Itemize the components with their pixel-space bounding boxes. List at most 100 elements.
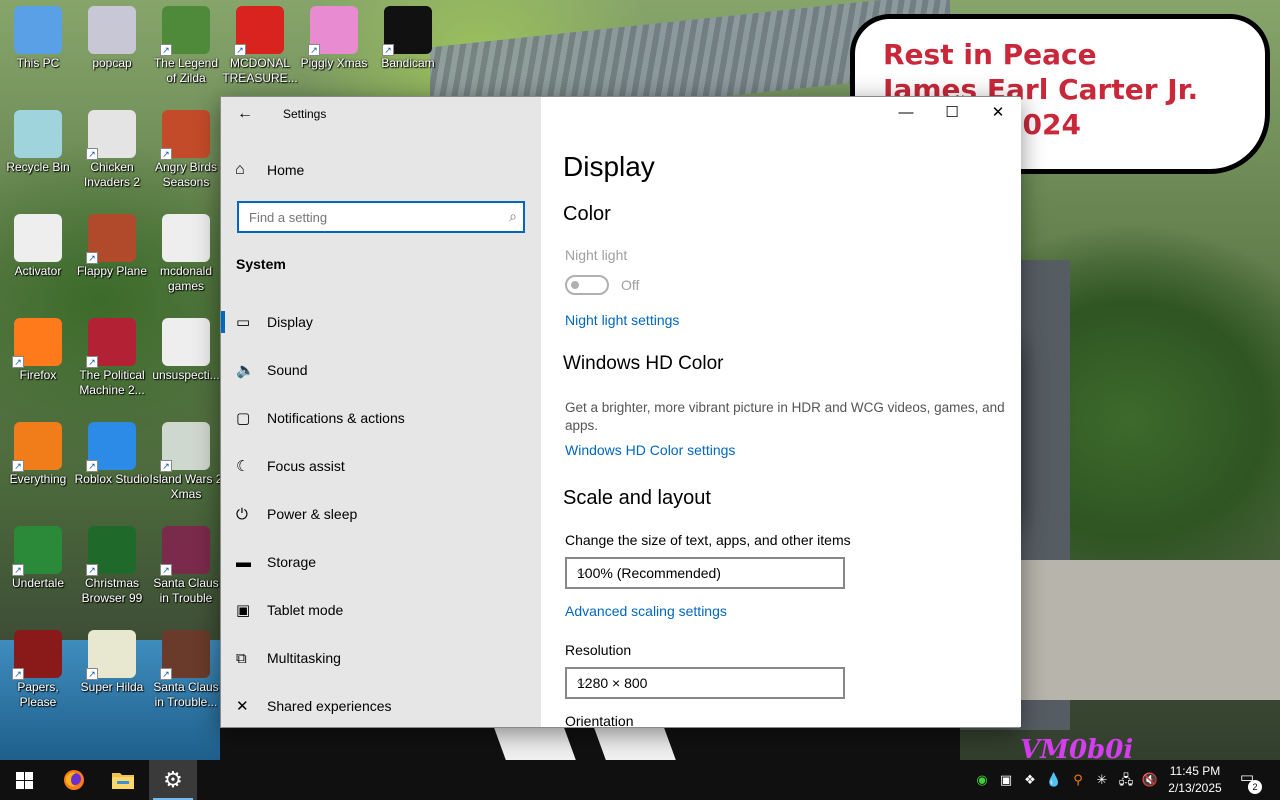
desktop-icon[interactable]: ↗ Piggly Xmas — [296, 6, 372, 71]
home-icon: ⌂ — [235, 161, 245, 178]
nav-item-storage[interactable]: ▬ Storage — [221, 539, 541, 585]
shortcut-arrow-icon: ↗ — [308, 44, 320, 56]
desktop-icon[interactable]: ↗ Roblox Studio — [74, 422, 150, 487]
desktop-icon-label: Chicken Invaders 2 — [83, 160, 141, 189]
bandicam-tray-icon[interactable]: ▣ — [996, 770, 1016, 790]
app-icon: ↗ — [12, 526, 62, 576]
network-icon[interactable]: 🖧 — [1116, 770, 1136, 790]
night-light-settings-link[interactable]: Night light settings — [565, 312, 679, 328]
app-icon — [14, 214, 62, 262]
search-input[interactable] — [239, 203, 489, 231]
nav-item-label: Multitasking — [267, 650, 341, 666]
back-button[interactable]: ← — [231, 101, 259, 127]
nav-item-shared-experiences[interactable]: ✕ Shared experiences — [221, 683, 541, 729]
desktop-icon[interactable]: This PC — [0, 6, 76, 71]
minimize-button[interactable]: — — [883, 97, 929, 129]
desktop-icon[interactable]: ↗ Bandicam — [370, 6, 446, 71]
desktop-icon-label: Santa Claus in Trouble — [153, 576, 219, 605]
desktop-icon[interactable]: ↗ Flappy Plane — [74, 214, 150, 279]
shortcut-arrow-icon: ↗ — [382, 44, 394, 56]
nav-item-tablet-mode[interactable]: ▣ Tablet mode — [221, 587, 541, 633]
desktop-icon[interactable]: mcdonald games — [148, 214, 224, 294]
nav-item-display[interactable]: ▭ Display — [221, 299, 541, 345]
network-sparkle-icon[interactable]: ✳ — [1092, 770, 1112, 790]
desktop-icon[interactable]: ↗ Santa Claus in Trouble — [148, 526, 224, 606]
desktop-icon-label: mcdonald games — [159, 264, 213, 293]
hdr-heading: Windows HD Color — [563, 353, 724, 374]
action-center-button[interactable]: ▭ 2 — [1234, 768, 1262, 794]
desktop-icon[interactable]: ↗ Firefox — [0, 318, 76, 383]
drop-icon[interactable]: 💧 — [1044, 770, 1064, 790]
shortcut-arrow-icon: ↗ — [86, 356, 98, 368]
advanced-scaling-link[interactable]: Advanced scaling settings — [565, 603, 727, 619]
maximize-button[interactable]: ☐ — [929, 97, 975, 129]
desktop-icon-label: The Legend of Zilda — [153, 56, 219, 85]
nav-item-focus-assist[interactable]: ☾ Focus assist — [221, 443, 541, 489]
app-icon: ↗ — [86, 630, 136, 680]
shortcut-arrow-icon: ↗ — [160, 668, 172, 680]
desktop-icon[interactable]: ↗ Undertale — [0, 526, 76, 591]
desktop-icon-label: Roblox Studio — [74, 472, 150, 486]
memorial-line-1: Rest in Peace — [883, 38, 1097, 71]
settings-window: ← Settings ⌂ Home ⌕ System ▭ Display 🔈 Soun… — [220, 96, 1021, 729]
desktop-icon[interactable]: ↗ Christmas Browser 99 — [74, 526, 150, 606]
taskbar-firefox[interactable] — [50, 760, 98, 800]
app-icon: ↗ — [12, 318, 62, 368]
desktop-icon-label: Super Hilda — [80, 680, 144, 694]
desktop-icon[interactable]: ↗ The Legend of Zilda — [148, 6, 224, 86]
shortcut-arrow-icon: ↗ — [12, 564, 24, 576]
volume-muted-icon[interactable]: 🔇 — [1140, 770, 1160, 790]
everything-search-icon[interactable]: ⚲ — [1068, 770, 1088, 790]
nav-item-sound[interactable]: 🔈 Sound — [221, 347, 541, 393]
nav-item-power-sleep[interactable]: ⏻ Power & sleep — [221, 491, 541, 537]
nav-home[interactable]: ⌂ Home — [235, 155, 304, 185]
nav-item-multitasking[interactable]: ⧉ Multitasking — [221, 635, 541, 681]
desktop-icon[interactable]: popcap — [74, 6, 150, 71]
desktop-icon-label: Undertale — [11, 576, 65, 590]
desktop-icon[interactable]: unsuspecti... — [148, 318, 224, 383]
desktop-icon[interactable]: ↗ MCDONAL TREASURE... — [222, 6, 298, 86]
desktop-icon[interactable]: ↗ The Political Machine 2... — [74, 318, 150, 398]
desktop-icon-label: Island Wars 2 Xmas — [149, 472, 223, 501]
close-button[interactable]: ✕ — [975, 97, 1021, 129]
resolution-dropdown[interactable]: 1280 × 800 ⌵ — [565, 667, 845, 699]
desktop-icon[interactable]: ↗ Island Wars 2 Xmas — [148, 422, 224, 502]
settings-content-pane: — ☐ ✕ Display Color Night light Off Nigh… — [541, 97, 1021, 727]
multitasking-icon: ⧉ — [236, 649, 247, 667]
app-icon — [14, 110, 62, 158]
folder-icon — [112, 773, 134, 789]
desktop-icon[interactable]: Recycle Bin — [0, 110, 76, 175]
taskbar-settings[interactable]: ⚙ — [149, 760, 197, 800]
desktop-icon-label: MCDONAL TREASURE... — [222, 56, 298, 85]
start-button[interactable] — [0, 760, 48, 800]
desktop-icon[interactable]: ↗ Super Hilda — [74, 630, 150, 695]
desktop-icon[interactable]: Activator — [0, 214, 76, 279]
firefox-icon — [64, 770, 84, 790]
desktop-icon[interactable]: ↗ Papers, Please — [0, 630, 76, 710]
scale-dropdown[interactable]: 100% (Recommended) ⌵ — [565, 557, 845, 589]
app-tray-icon[interactable]: ❖ — [1020, 770, 1040, 790]
shortcut-arrow-icon: ↗ — [160, 44, 172, 56]
desktop-icon[interactable]: ↗ Everything — [0, 422, 76, 487]
desktop-icon[interactable]: ↗ Santa Claus in Trouble... — [148, 630, 224, 710]
search-box[interactable]: ⌕ — [237, 201, 525, 233]
nav-section-label: System — [236, 256, 286, 272]
desktop-icon-label: Recycle Bin — [6, 160, 70, 174]
nav-item-notifications-actions[interactable]: ▢ Notifications & actions — [221, 395, 541, 441]
orientation-label: Orientation — [565, 713, 634, 727]
desktop-icon[interactable]: ↗ Angry Birds Seasons — [148, 110, 224, 190]
taskbar-file-explorer[interactable] — [99, 760, 147, 800]
app-icon: ↗ — [308, 6, 358, 56]
hdr-settings-link[interactable]: Windows HD Color settings — [565, 442, 735, 458]
shortcut-arrow-icon: ↗ — [86, 564, 98, 576]
clock[interactable]: 11:45 PM 2/13/2025 — [1160, 763, 1230, 797]
nav-item-label: Notifications & actions — [267, 410, 405, 426]
night-light-toggle[interactable] — [565, 275, 609, 295]
desktop-icon-label: The Political Machine 2... — [79, 368, 145, 397]
desktop-icon[interactable]: ↗ Chicken Invaders 2 — [74, 110, 150, 190]
chevron-down-icon: ⌵ — [577, 674, 587, 689]
desktop-icon-label: This PC — [16, 56, 60, 70]
record-status-icon[interactable]: ◉ — [972, 770, 992, 790]
search-icon: ⌕ — [509, 208, 517, 224]
minimize-icon: — — [898, 104, 914, 121]
